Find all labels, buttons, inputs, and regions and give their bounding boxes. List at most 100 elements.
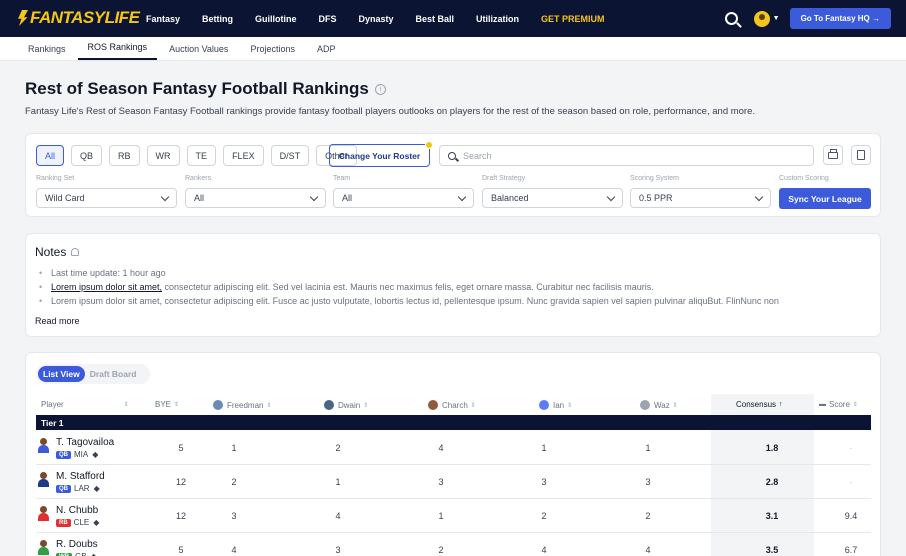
ranker-rank-cell: 2 [645,511,651,521]
info-icon[interactable]: i [374,83,386,95]
tab-projections[interactable]: Projections [240,44,305,60]
ranker-rank-cell: 1 [541,443,547,453]
notification-dot [425,141,433,149]
position-wr[interactable]: WR [146,145,180,166]
nav-dfs[interactable]: DFS [319,14,337,24]
tab-ros-rankings[interactable]: ROS Rankings [77,42,158,60]
table-row[interactable]: M. Stafford QB LAR ◆ 12 2 1 3 3 3 2.8 - [36,465,871,499]
export-button[interactable] [851,145,871,165]
sort-icon: ⇕ [852,402,858,408]
draft-board-tab[interactable]: Draft Board [85,366,142,382]
notes-title: Notes [35,245,67,259]
player-name[interactable]: R. Doubs [56,539,98,550]
table-row[interactable]: R. Doubs WRGB ◆ 5 4 3 2 4 4 3.5 6.7 [36,533,871,556]
tab-adp[interactable]: ADP [307,44,346,60]
sort-icon: ⇕ [470,402,476,409]
sync-league-button[interactable]: Sync Your League [779,188,871,209]
ranker-avatar [324,400,334,410]
ranker-rank-cell: 2 [335,443,341,453]
custom-scoring-label: Custom Scoring [779,175,829,182]
user-avatar[interactable] [753,10,770,27]
header-charch-label: Charch [442,400,468,410]
document-icon [857,150,865,160]
team-logo-icon: ◆ [91,552,97,556]
print-button[interactable] [823,145,843,165]
player-avatar [37,506,50,521]
header-charch[interactable]: Charch ⇕ [428,400,476,410]
team-abbr: GB [75,552,87,556]
search-placeholder: Search [463,150,492,161]
draft-strategy-select[interactable]: Balanced [482,188,623,208]
rankers-select[interactable]: All [185,188,326,208]
bell-icon[interactable] [71,248,80,256]
consensus-cell: 2.8 [765,477,779,487]
nav-guillotine[interactable]: Guillotine [255,14,297,24]
rankers-label: Rankers [185,175,212,182]
position-badge: QB [56,484,71,493]
ranking-set-select[interactable]: Wild Card [36,188,177,208]
note-item: Lorem ipsum dolor sit amet, consectetur … [39,296,874,306]
player-meta: QB LAR ◆ [56,484,100,493]
page-title-text: Rest of Season Fantasy Football Rankings [25,79,369,98]
page-title: Rest of Season Fantasy Football Rankings… [25,79,386,99]
bolt-icon [18,10,28,26]
chevron-down-icon [754,192,764,202]
position-rb[interactable]: RB [109,145,140,166]
tab-rankings[interactable]: Rankings [18,44,76,60]
list-view-tab[interactable]: List View [38,366,85,382]
position-qb[interactable]: QB [71,145,103,166]
nav-best-ball[interactable]: Best Ball [416,14,455,24]
header-dwain[interactable]: Dwain ⇕ [324,400,368,410]
header-player[interactable]: Player ⇕ [41,400,141,409]
read-more-link[interactable]: Read more [35,316,80,326]
top-navbar: FANTASYLIFE Fantasy Betting Guillotine D… [0,0,906,37]
go-to-fantasy-hq-button[interactable]: Go To Fantasy HQ → [789,8,891,29]
nav-dynasty[interactable]: Dynasty [359,14,394,24]
header-ian[interactable]: Ian ⇕ [539,400,572,410]
sort-icon: ⇕ [363,402,369,409]
nav-fantasy[interactable]: Fantasy [146,14,180,24]
ranker-avatar [640,400,650,410]
notes-panel: Notes Last time update: 1 hour ago Lorem… [25,233,881,337]
nav-betting[interactable]: Betting [202,14,233,24]
player-name[interactable]: T. Tagovailoa [56,437,114,448]
header-freedman[interactable]: Freedman ⇕ [213,400,272,410]
ranker-avatar [428,400,438,410]
change-roster-label: Change Your Roster [338,150,421,161]
sort-up-icon: ↑ [779,401,783,408]
header-consensus[interactable]: Consensus ↑ [736,400,783,409]
change-roster-button[interactable]: Change Your Roster [329,141,433,167]
score-cell: 6.7 [844,545,858,555]
position-te[interactable]: TE [186,145,217,166]
note-link[interactable]: Lorem ipsum dolor sit amet, [51,282,162,292]
fantasylife-logo[interactable]: FANTASYLIFE [18,8,140,28]
tab-auction-values[interactable]: Auction Values [159,44,238,60]
nav-get-premium[interactable]: GET PREMIUM [541,14,605,24]
position-flex[interactable]: FLEX [223,145,264,166]
table-row[interactable]: T. Tagovailoa QB MIA ◆ 5 1 2 4 1 1 1.8 - [36,431,871,465]
header-waz[interactable]: Waz ⇕ [640,400,678,410]
ranking-set-label: Ranking Set [36,175,75,182]
header-score[interactable]: ▬ Score ⇕ [819,400,858,409]
table-row[interactable]: N. Chubb RB CLE ◆ 12 3 4 1 2 2 3.1 9.4 [36,499,871,533]
chevron-down-icon[interactable]: ▼ [773,15,780,22]
scoring-system-select[interactable]: 0.5 PPR [630,188,771,208]
scoring-system-label: Scoring System [630,175,680,182]
consensus-cell: 3.1 [765,511,779,521]
team-select[interactable]: All [333,188,474,208]
nav-utilization[interactable]: Utilization [476,14,519,24]
chevron-down-icon [606,192,616,202]
search-icon[interactable] [724,12,738,25]
draft-strategy-value: Balanced [491,193,529,203]
header-bye[interactable]: BYE ⇕ [155,400,179,409]
player-name[interactable]: M. Stafford [56,471,105,482]
position-all[interactable]: All [36,145,65,166]
bye-cell: 5 [178,545,184,555]
bye-cell: 5 [178,443,184,453]
player-avatar [37,438,50,453]
sub-nav: Rankings ROS Rankings Auction Values Pro… [0,37,906,61]
search-input[interactable]: Search [439,145,814,166]
player-name[interactable]: N. Chubb [56,505,98,516]
position-dst[interactable]: D/ST [270,145,310,166]
header-waz-label: Waz [654,400,670,410]
